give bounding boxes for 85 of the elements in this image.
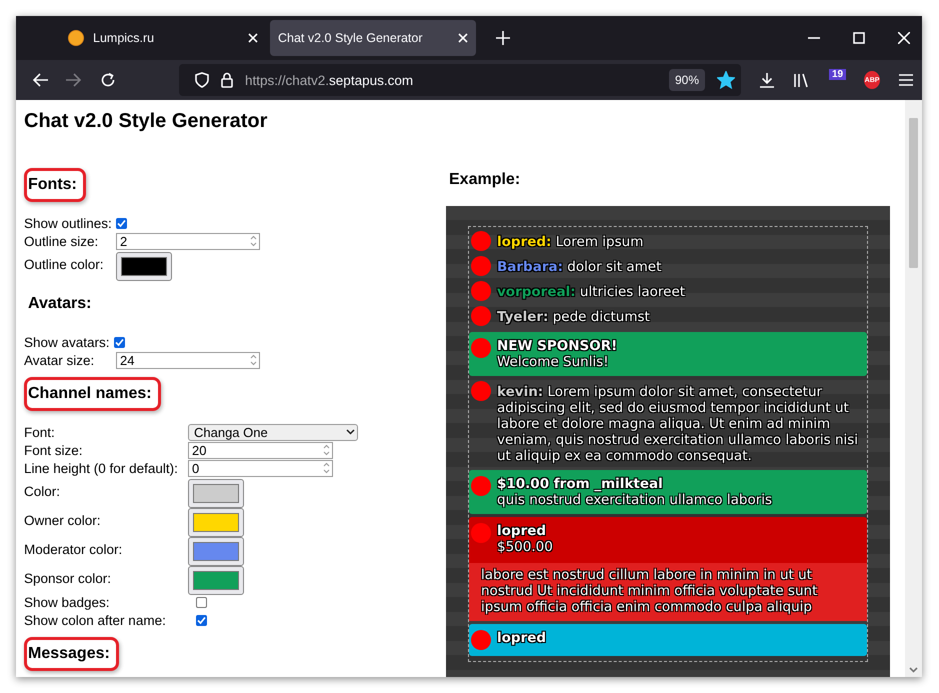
chat-message: lopred: Lorem ipsum bbox=[497, 233, 644, 250]
field-label: Outline size: bbox=[24, 234, 100, 248]
alert-text: quis nostrud exercitation ullamco laboris bbox=[497, 492, 772, 508]
alert-title: NEW SPONSOR! bbox=[497, 338, 618, 354]
spinner-icon[interactable] bbox=[250, 235, 257, 247]
number-field[interactable]: 20 bbox=[188, 442, 333, 458]
donation-message: labore est nostrud cillum labore in minim in ut ut nostrud Ut incididunt minim officia voluptate sunt ipsum officia officia enim commodo culpa aliquip bbox=[469, 563, 867, 621]
scroll-down-icon[interactable] bbox=[909, 667, 918, 673]
field-label: Outline color: bbox=[24, 257, 105, 272]
lock-icon bbox=[221, 72, 233, 88]
avatar bbox=[471, 306, 491, 326]
avatar bbox=[471, 381, 491, 401]
field-label: Color: bbox=[24, 484, 62, 499]
field-label: Line height (0 for default): bbox=[24, 460, 179, 476]
alert-text: $500.00 bbox=[497, 539, 553, 555]
field-label: Moderator color: bbox=[24, 542, 124, 557]
browser-tab[interactable]: Lumpics.ru bbox=[60, 20, 266, 56]
avatar bbox=[471, 338, 491, 358]
field-label: Show colon after name: bbox=[24, 612, 167, 628]
address-bar[interactable]: https://chatv2.septapus.com 90% bbox=[179, 64, 741, 96]
spinner-icon[interactable] bbox=[323, 462, 330, 474]
avatar bbox=[471, 256, 491, 276]
alert-title: $10.00 from _milkteal bbox=[497, 476, 664, 492]
field-label: Owner color: bbox=[24, 513, 102, 528]
avatar bbox=[471, 630, 491, 650]
field-label: Sponsor color: bbox=[24, 571, 112, 586]
back-icon[interactable] bbox=[32, 73, 48, 87]
chevron-icon bbox=[346, 429, 355, 435]
favicon-icon bbox=[68, 30, 84, 46]
section-heading: Channel names: bbox=[24, 377, 161, 411]
color-picker[interactable] bbox=[188, 478, 244, 508]
scrollbar[interactable] bbox=[905, 100, 922, 677]
spinner-icon[interactable] bbox=[323, 444, 330, 456]
number-field[interactable]: 24 bbox=[116, 352, 260, 368]
close-icon[interactable] bbox=[898, 32, 910, 44]
number-field[interactable]: 0 bbox=[188, 460, 333, 476]
menu-icon[interactable] bbox=[898, 73, 914, 87]
chat-message: kevin: Lorem ipsum dolor sit amet, consectetur adipiscing elit, sed do eiusmod tempor incididunt ut labore et dolore magna aliqua. Ut enim ad minim veniam, quis nostrud exercitation ullamco laboris nisi ut aliquip ex ea commodo consequat. bbox=[497, 383, 860, 464]
section-heading: Avatars: bbox=[27, 294, 92, 314]
checkbox[interactable] bbox=[114, 336, 125, 348]
field-label: Font size: bbox=[24, 442, 84, 458]
alert-title: lopred bbox=[497, 523, 548, 539]
section-heading: Messages: bbox=[24, 637, 119, 671]
checkbox[interactable] bbox=[196, 614, 207, 626]
zoom-level[interactable]: 90% bbox=[668, 69, 705, 91]
font-dropdown[interactable]: Changa One bbox=[188, 424, 358, 440]
avatar bbox=[471, 231, 491, 251]
library-icon[interactable] bbox=[793, 72, 811, 88]
color-picker[interactable] bbox=[188, 566, 244, 594]
section-heading: Example: bbox=[448, 170, 522, 190]
avatar bbox=[471, 476, 491, 496]
close-icon[interactable] bbox=[248, 33, 258, 43]
alert-text: Welcome Sunlis! bbox=[497, 354, 610, 370]
chat-message: Tyeler: pede dictumst bbox=[497, 308, 650, 325]
field-label: Avatar size: bbox=[24, 352, 96, 368]
alert-title: lopred bbox=[497, 630, 546, 646]
close-icon[interactable] bbox=[458, 33, 468, 43]
page-title: Chat v2.0 Style Generator bbox=[24, 109, 268, 134]
color-picker[interactable] bbox=[116, 252, 172, 280]
star-icon[interactable] bbox=[717, 71, 735, 89]
new-tab-icon[interactable] bbox=[496, 31, 510, 45]
reload-icon[interactable] bbox=[100, 72, 116, 88]
field-label: Show badges: bbox=[24, 594, 111, 610]
color-picker[interactable] bbox=[188, 508, 244, 536]
field-label: Font: bbox=[24, 424, 56, 440]
maximize-icon[interactable] bbox=[853, 32, 865, 44]
avatar bbox=[471, 523, 491, 543]
url-text: https://chatv2.septapus.com bbox=[245, 72, 414, 88]
field-label: Show avatars: bbox=[24, 334, 110, 350]
section-heading: Fonts: bbox=[24, 168, 86, 202]
browser-tab[interactable]: Chat v2.0 Style Generator bbox=[270, 20, 476, 56]
forward-icon bbox=[66, 73, 82, 87]
checkbox[interactable] bbox=[196, 596, 207, 608]
field-label: Show outlines: bbox=[24, 216, 112, 230]
download-icon[interactable] bbox=[759, 72, 775, 88]
extension-badge[interactable]: 19 bbox=[829, 68, 846, 80]
shield-icon[interactable] bbox=[195, 72, 209, 88]
number-field[interactable]: 2 bbox=[116, 232, 260, 250]
checkbox[interactable] bbox=[116, 218, 127, 228]
color-picker[interactable] bbox=[188, 536, 244, 566]
avatar bbox=[471, 281, 491, 301]
chat-message: Barbara: dolor sit amet bbox=[497, 258, 662, 275]
scrollbar-thumb[interactable] bbox=[909, 118, 918, 268]
chat-message: vorporeal: ultricies laoreet bbox=[497, 283, 686, 300]
spinner-icon[interactable] bbox=[250, 354, 257, 366]
